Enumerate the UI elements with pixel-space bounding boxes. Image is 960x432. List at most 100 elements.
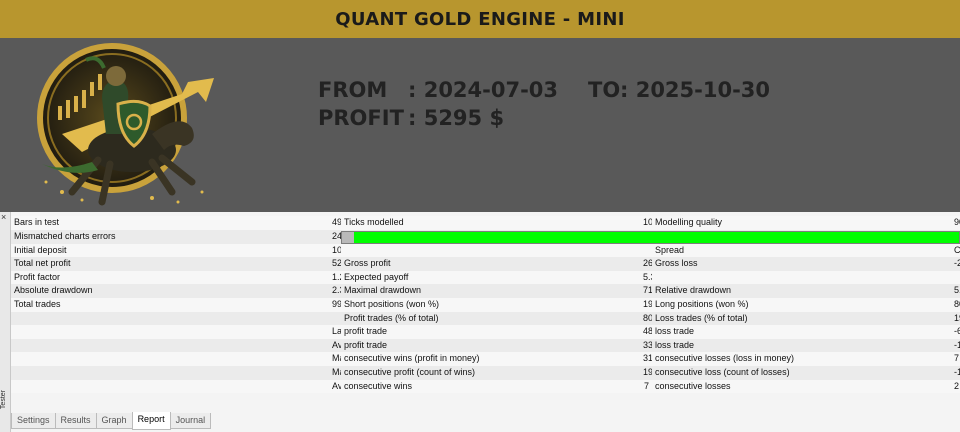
report-value: -663.74 [951, 325, 960, 339]
report-value: 712.96 (5.31%) [640, 284, 652, 298]
report-label: Spread [652, 243, 951, 258]
report-value: 1952.59 (21) [640, 365, 652, 380]
report-value: 24 [329, 229, 341, 244]
report-label [11, 352, 329, 366]
quality-bar-fill [354, 231, 959, 243]
report-label [11, 325, 329, 339]
knight-logo [37, 43, 214, 206]
report-row: Averageconsecutive wins7consecutive loss… [11, 379, 960, 394]
report-value: 31 (467.71) [640, 352, 652, 366]
report-label: Initial deposit [11, 243, 329, 258]
report-label [11, 365, 329, 380]
report-label: consecutive losses (loss in money) [652, 352, 951, 366]
report-row: Bars in test49152Ticks modelled104587005… [11, 216, 960, 230]
report-label [11, 379, 329, 394]
report-value: -21123.63 [951, 257, 960, 271]
quality-bar-start [342, 231, 354, 243]
report-label: profit trade [341, 338, 640, 353]
report-label: Relative drawdown [652, 284, 951, 298]
report-label: loss trade [652, 338, 951, 353]
report-value: 805 (89.07%) [951, 297, 960, 312]
report-label [11, 311, 329, 326]
tester-side-label: Tester [0, 390, 7, 410]
report-label: Total trades [11, 297, 329, 312]
banner-title: QUANT GOLD ENGINE - MINI [335, 8, 625, 30]
report-value: 90.00% [951, 216, 960, 230]
report-label: Gross loss [652, 257, 951, 271]
report-value: Largest [329, 325, 341, 339]
report-label [652, 270, 951, 285]
report-label: Total net profit [11, 257, 329, 271]
report-value: 7 [640, 379, 652, 394]
tab-journal[interactable]: Journal [169, 413, 212, 429]
report-label [341, 243, 640, 258]
report-row: Averageprofit trade33.02loss trade-107.7… [11, 338, 960, 353]
report-value: 2.38 [329, 284, 341, 298]
report-value: -1346.96 (5) [951, 365, 960, 380]
report-label: Long positions (won %) [652, 297, 951, 312]
report-value: Maximal [329, 365, 341, 380]
report-value: 2 [951, 379, 960, 394]
report-label: consecutive profit (count of wins) [341, 365, 640, 380]
report-value: 800 (80.32%) [640, 311, 652, 326]
tester-side-strip: × Tester [0, 212, 11, 432]
report-row: Maximumconsecutive wins (profit in money… [11, 352, 960, 366]
report-row: Total net profit5295.58Gross profit26419… [11, 257, 960, 271]
report-label: Short positions (won %) [341, 297, 640, 312]
close-icon[interactable]: × [1, 213, 6, 222]
report-row: Profit trades (% of total)800 (80.32%)Lo… [11, 311, 960, 326]
title-banner: QUANT GOLD ENGINE - MINI [0, 0, 960, 38]
report-value: Maximum [329, 352, 341, 366]
tab-results[interactable]: Results [54, 413, 97, 429]
to-date: : 2025-10-30 [620, 78, 771, 102]
to-label: TO [588, 78, 621, 102]
report-label: Maximal drawdown [341, 284, 640, 298]
report-value: -107.77 [951, 338, 960, 353]
profit-value: : 5295 $ [408, 106, 505, 130]
report-value: 1.25 [329, 270, 341, 285]
report-label: consecutive losses [652, 379, 951, 394]
report-value: 5295.58 [329, 257, 341, 271]
from-date: : 2024-07-03 [408, 78, 559, 102]
tab-report[interactable]: Report [131, 412, 171, 430]
report-row: Mismatched charts errors 24 [11, 229, 960, 244]
strategy-tester-panel: × Tester Bars in test49152Ticks modelled… [0, 212, 960, 432]
report-label [11, 338, 329, 353]
report-label: consecutive loss (count of losses) [652, 365, 951, 380]
report-value [329, 311, 341, 326]
report-label: consecutive wins [341, 379, 640, 394]
report-label: Ticks modelled [341, 216, 640, 230]
profit-label: PROFIT [318, 106, 404, 130]
report-value: Average [329, 338, 341, 353]
report-value: Average [329, 379, 341, 394]
report-value: 7 (-705.01) [951, 352, 960, 366]
report-value: 104587005 [640, 216, 652, 230]
report-value: 996 [329, 297, 341, 312]
tab-graph[interactable]: Graph [95, 413, 133, 429]
report-label: Loss trades (% of total) [652, 311, 951, 326]
report-value: 191 (43.46%) [640, 297, 652, 312]
report-row: Profit factor1.25Expected payoff5.32 [11, 270, 960, 285]
report-label: Profit trades (% of total) [341, 311, 640, 326]
report-label: Bars in test [11, 216, 329, 230]
report-label: Absolute drawdown [11, 284, 329, 298]
from-label: FROM [318, 78, 388, 102]
report-row: Largestprofit trade481.47loss trade-663.… [11, 325, 960, 339]
report-value: 33.02 [640, 338, 652, 353]
report-value: 5.31% (712.96) [951, 284, 960, 298]
hero-panel: FROM : 2024-07-03 TO : 2025-10-30 PROFIT… [0, 38, 960, 212]
report-value [951, 270, 960, 285]
report-label: Mismatched charts errors [11, 229, 329, 244]
modelling-quality-bar [341, 230, 960, 244]
report-value: Current (50) [951, 243, 960, 258]
report-row: Total trades996Short positions (won %)19… [11, 297, 960, 312]
report-value: 49152 [329, 216, 341, 230]
tester-tabs: Settings Results Graph Report Journal [11, 412, 212, 431]
report-label: consecutive wins (profit in money) [341, 352, 640, 366]
report-row: Maximalconsecutive profit (count of wins… [11, 365, 960, 380]
report-label: loss trade [652, 325, 951, 339]
report-row: Absolute drawdown2.38Maximal drawdown712… [11, 284, 960, 298]
report-value: 10000.00 [329, 243, 341, 258]
report-table: Bars in test49152Ticks modelled104587005… [11, 216, 960, 394]
tab-settings[interactable]: Settings [11, 413, 56, 429]
